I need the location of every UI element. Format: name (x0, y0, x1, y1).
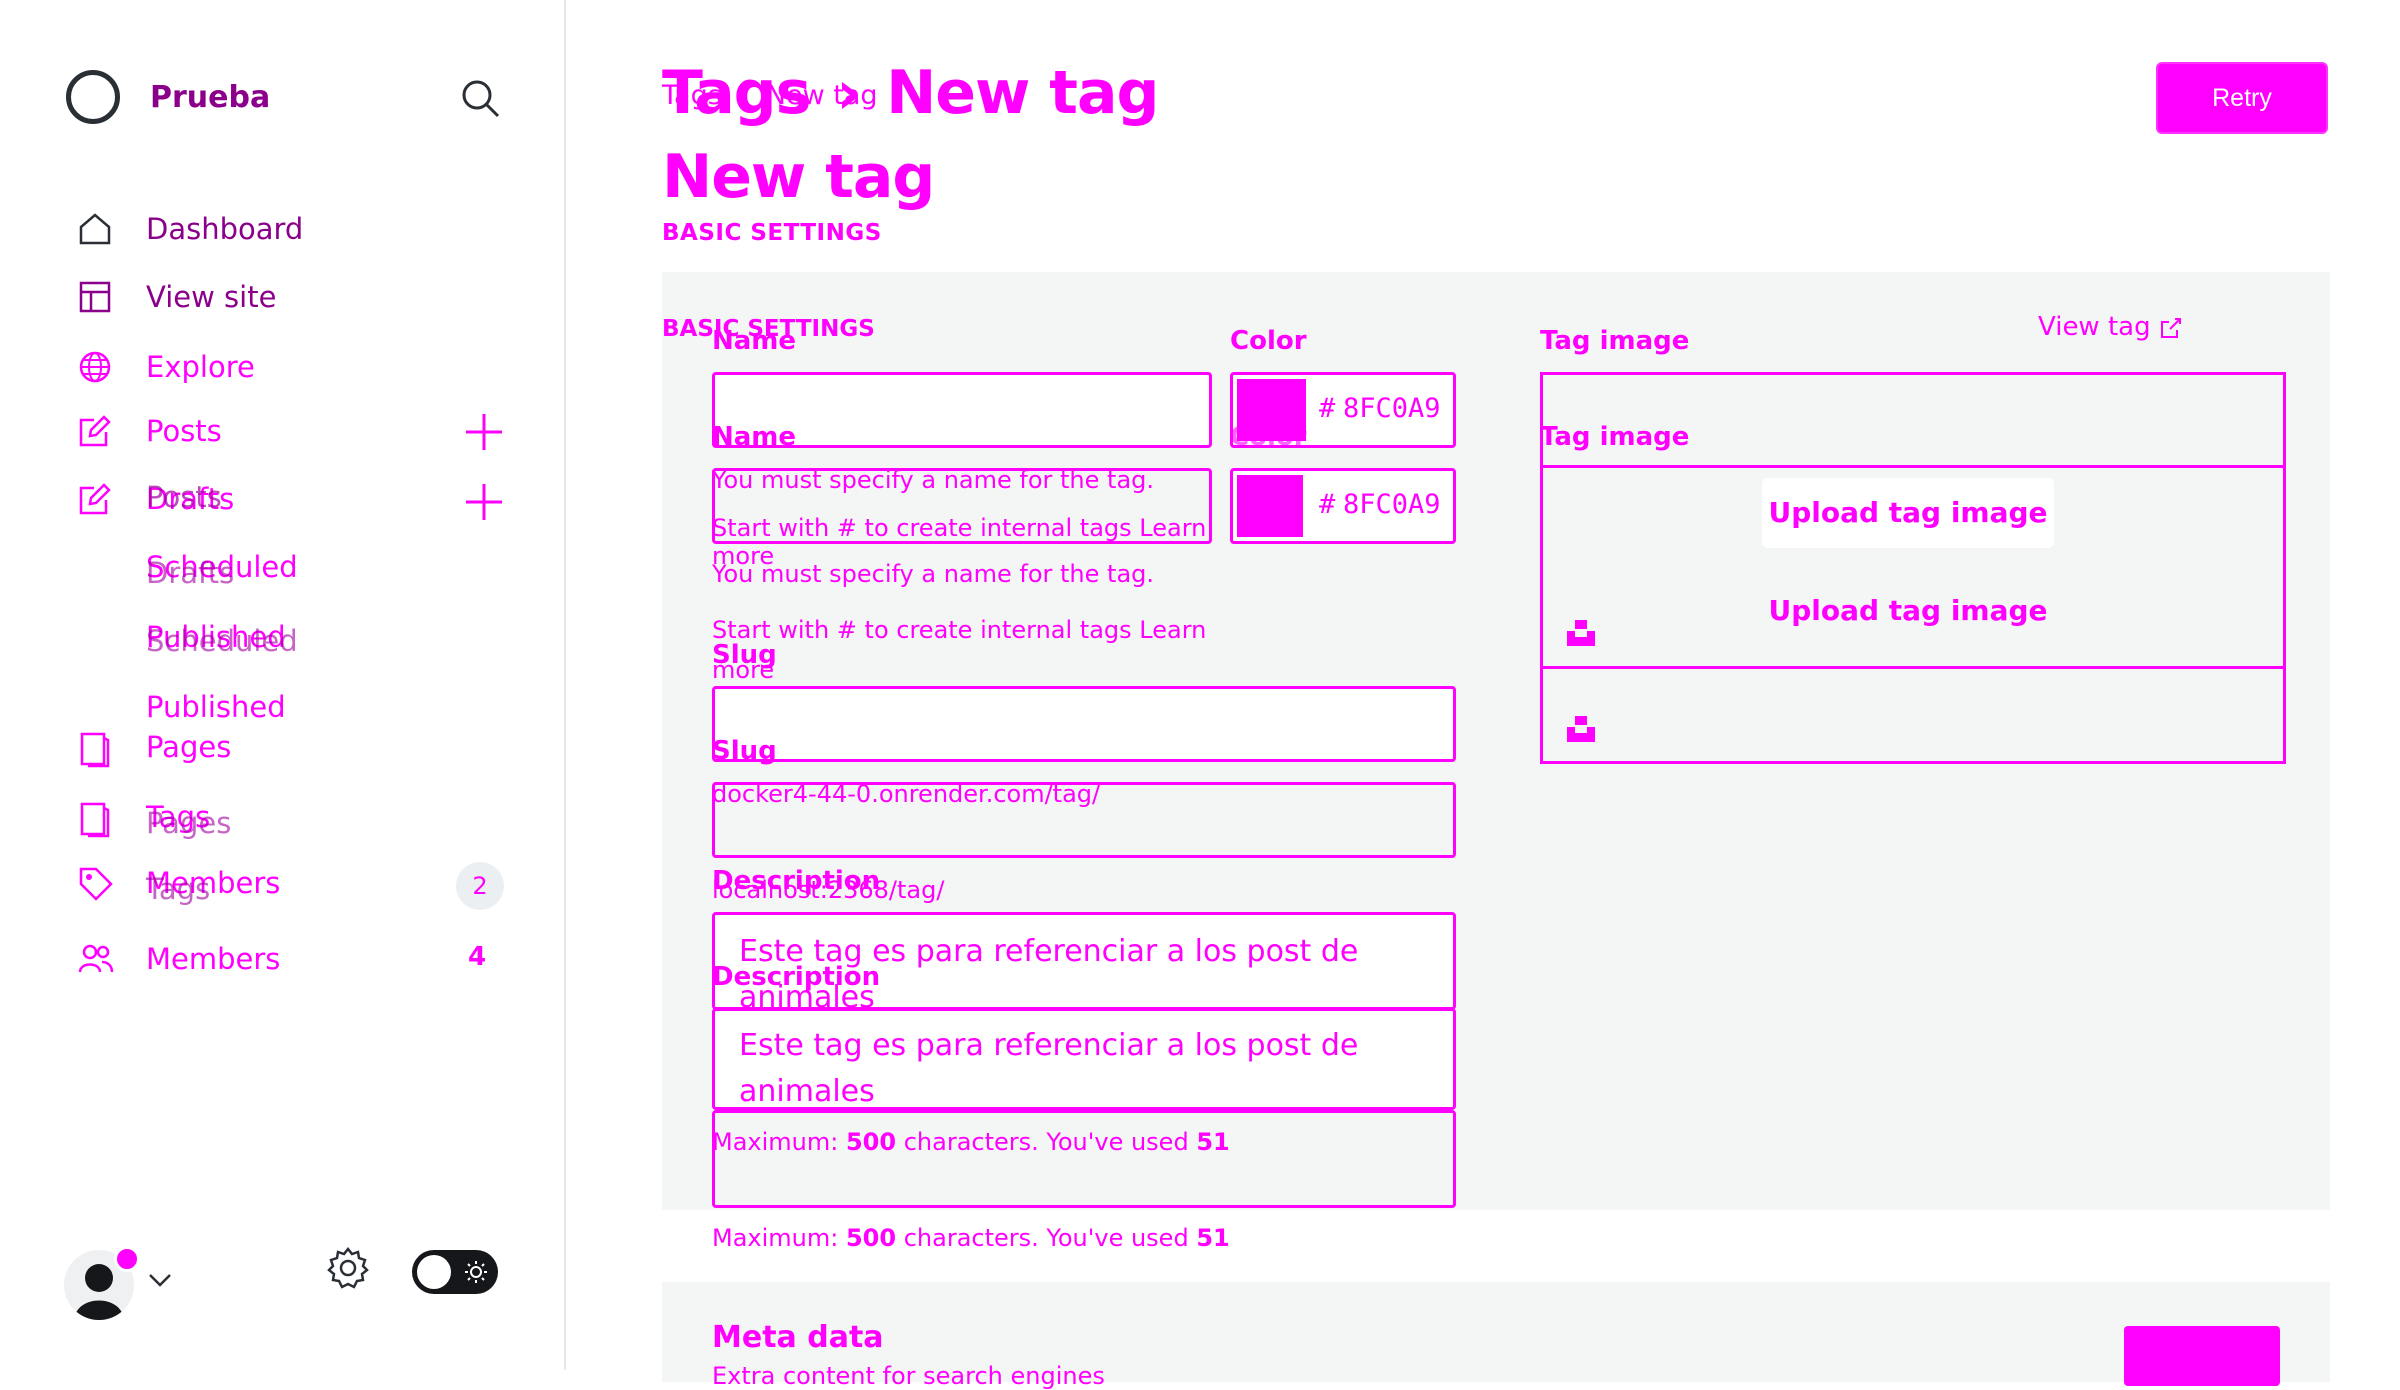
nav-members-2[interactable]: Members (146, 942, 280, 976)
meta-data-title: Meta data (712, 1320, 884, 1355)
nav-drafts-ghost: Drafts (146, 556, 235, 590)
name-hint-ghost: Start with # to create internal tags Lea… (712, 616, 1207, 684)
description-text: Este tag es para referenciar a los post … (739, 1028, 1359, 1109)
slug-label-ghost: Slug (712, 736, 777, 766)
tag-image-label-ghost: Tag image (1540, 422, 1690, 452)
unsplash-icon[interactable] (1566, 714, 1596, 746)
home-icon (78, 212, 112, 250)
page-icon (78, 800, 112, 842)
toggle-knob (417, 1255, 451, 1289)
color-value: 8FC0A9 (1343, 393, 1441, 424)
page-title: New tag (662, 142, 935, 212)
members-count-badge: 2 (456, 862, 504, 910)
nav-tags-ghost: Tags (146, 872, 211, 906)
tag-image-dropzone-bottom[interactable] (1540, 666, 2286, 764)
search-icon[interactable] (460, 78, 502, 124)
description-label-ghost: Description (712, 962, 881, 992)
notification-dot (114, 1246, 140, 1272)
page-title-ghost: Tags › New tag (662, 58, 1159, 128)
nav-pages-ghost: Pages (146, 806, 232, 840)
edit-icon (78, 414, 112, 452)
main-content: Tags › New tag Tags › New tag New tag Retr… (566, 0, 2400, 1390)
upload-tag-image-button-ghost[interactable]: Upload tag image (1762, 576, 2054, 646)
char-count: Maximum: 500 characters. You've used 51 (712, 1128, 1230, 1156)
nav-posts[interactable]: Posts (146, 414, 222, 448)
description-textarea[interactable]: Este tag es para referenciar a los post … (712, 912, 1456, 1015)
nav-view-site[interactable]: View site (146, 280, 276, 314)
nav-pages[interactable]: Pages (146, 730, 231, 764)
char-count-ghost: Maximum: 500 characters. You've used 51 (712, 1224, 1230, 1252)
page-icon (78, 730, 112, 772)
tag-image-dropzone-top[interactable] (1540, 372, 2286, 468)
nav-posts-ghost: Posts (146, 480, 222, 514)
nav-published-ghost: Published (146, 690, 286, 724)
name-label: Name (712, 326, 797, 356)
color-swatch[interactable] (1237, 475, 1303, 537)
upload-tag-image-button[interactable]: Upload tag image (1762, 478, 2054, 548)
meta-data-subtitle: Extra content for search engines (712, 1362, 1105, 1390)
color-label: Color (1230, 326, 1307, 356)
chevron-down-icon[interactable] (148, 1272, 172, 1292)
description-label: Description (712, 866, 881, 896)
description-textarea-ghost[interactable]: Este tag es para referenciar a los post … (712, 1008, 1456, 1110)
color-value: 8FC0A9 (1343, 489, 1441, 520)
members-count: 4 (468, 942, 487, 972)
site-logo[interactable] (66, 70, 120, 124)
nav-dashboard[interactable]: Dashboard (146, 212, 303, 246)
sidebar: Prueba Dashboard View site Explore Posts… (0, 0, 566, 1370)
slug-label: Slug (712, 640, 777, 670)
nav-explore[interactable]: Explore (146, 350, 255, 384)
expand-meta-button[interactable] (2124, 1326, 2280, 1386)
tag-icon (78, 866, 114, 906)
sun-icon (464, 1260, 488, 1288)
nav-scheduled-ghost: Scheduled (146, 624, 298, 658)
members-icon (78, 942, 114, 978)
external-link-icon (2160, 317, 2181, 338)
new-post-plus-icon[interactable] (464, 482, 504, 526)
tag-image-label: Tag image (1540, 326, 1690, 356)
color-input-ghost[interactable]: # 8FC0A9 (1230, 468, 1456, 544)
name-error: You must specify a name for the tag. (712, 466, 1155, 494)
theme-toggle[interactable] (412, 1250, 498, 1294)
site-title[interactable]: Prueba (150, 80, 270, 115)
new-post-plus-icon[interactable] (464, 412, 504, 456)
color-hash: # (1319, 393, 1336, 424)
gear-icon[interactable] (326, 1246, 370, 1294)
retry-button[interactable]: Retry (2156, 62, 2328, 134)
view-tag-link[interactable]: View tag (2038, 312, 2183, 342)
color-label-ghost: Color (1230, 422, 1307, 452)
name-error-ghost: You must specify a name for the tag. (712, 560, 1155, 588)
name-label-ghost: Name (712, 422, 797, 452)
color-hash: # (1319, 489, 1336, 520)
description-resize-area[interactable] (712, 1110, 1456, 1208)
unsplash-icon[interactable] (1566, 618, 1596, 650)
edit-icon (78, 482, 112, 520)
section-label: BASIC SETTINGS (662, 220, 882, 246)
slug-url: docker4-44-0.onrender.com/tag/ (712, 780, 1101, 808)
layout-icon (78, 280, 112, 318)
globe-icon (78, 350, 112, 388)
slug-input[interactable] (712, 686, 1456, 762)
